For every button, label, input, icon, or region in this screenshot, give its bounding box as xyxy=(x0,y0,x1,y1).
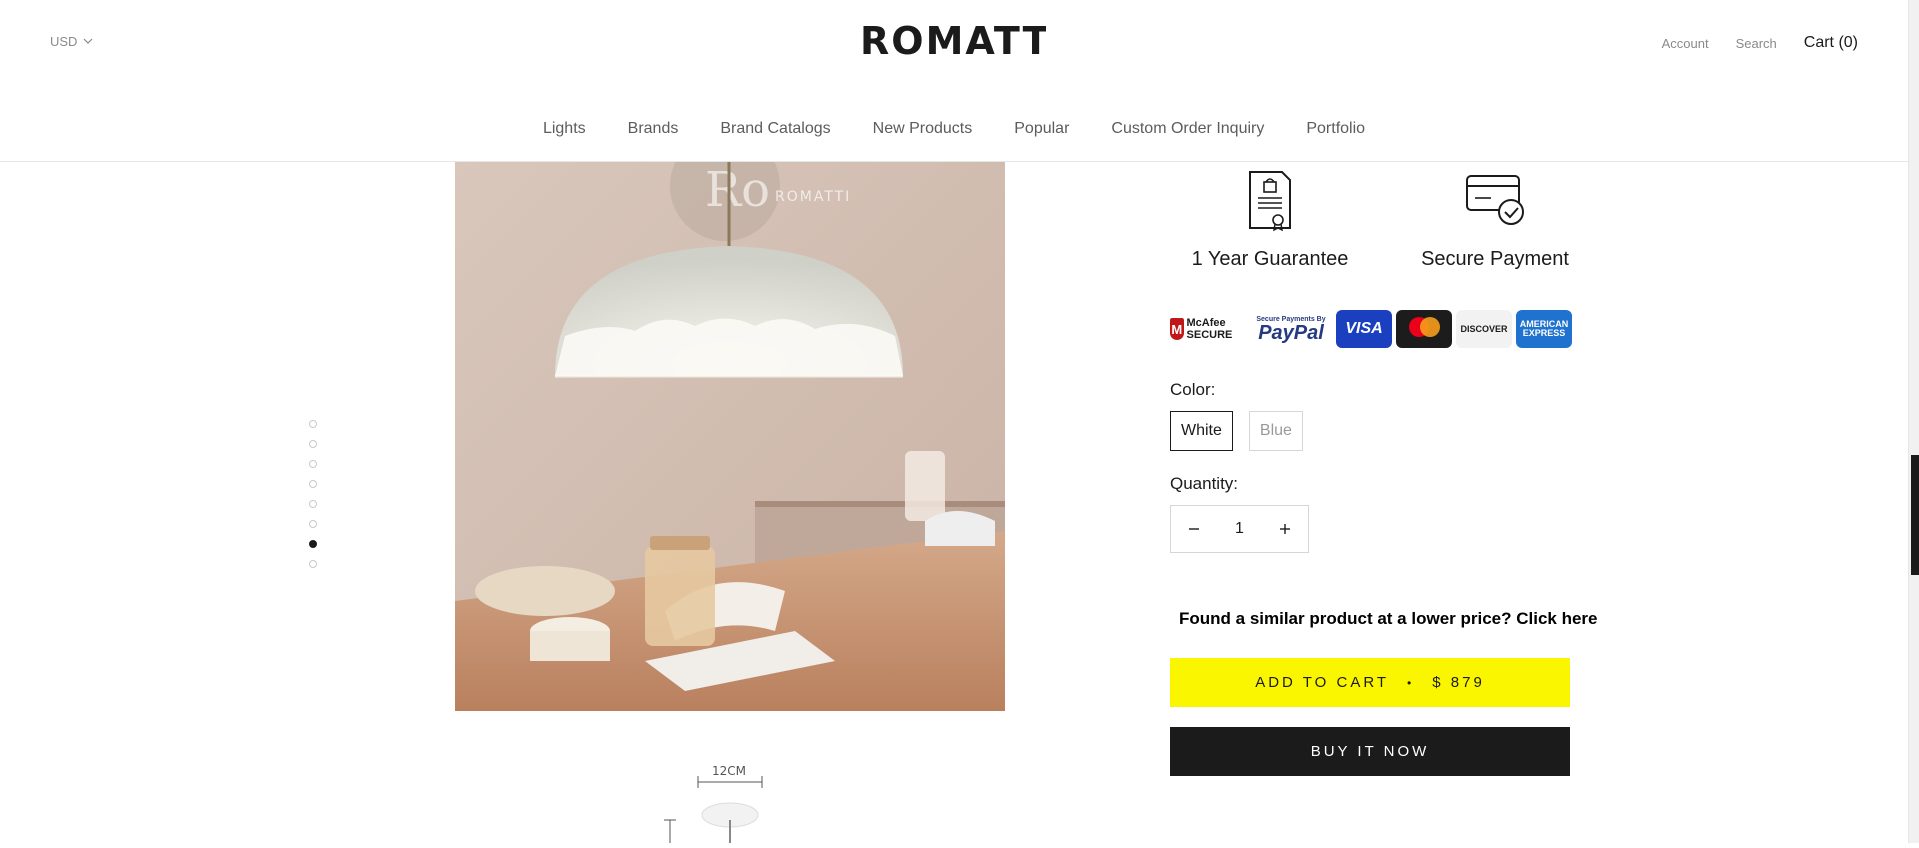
add-to-cart-label: ADD TO CART xyxy=(1255,674,1390,691)
decrease-quantity-button[interactable] xyxy=(1171,506,1217,552)
plus-icon xyxy=(1280,524,1290,534)
svg-text:ROMATTI: ROMATTI xyxy=(860,19,1046,62)
dimension-label: 12CM xyxy=(712,764,746,778)
quantity-input[interactable] xyxy=(1217,519,1262,539)
nav-item-custom-order-inquiry[interactable]: Custom Order Inquiry xyxy=(1111,120,1264,138)
header-links: Account Search Cart (0) xyxy=(1662,34,1858,52)
scrollbar-thumb[interactable] xyxy=(1911,455,1919,575)
secure-payment-badge: Secure Payment xyxy=(1410,168,1580,271)
product-image[interactable]: Ro ROMATTI xyxy=(455,161,1005,711)
nav-item-lights[interactable]: Lights xyxy=(543,120,586,138)
site-header: USD ROMATTI Account Search Cart (0) Ligh… xyxy=(0,0,1908,162)
romatti-logo[interactable]: ROMATTI xyxy=(860,18,1065,63)
quantity-stepper xyxy=(1170,505,1309,553)
gallery-dot[interactable] xyxy=(309,420,317,428)
mastercard-logo xyxy=(1396,310,1452,348)
guarantee-label: 1 Year Guarantee xyxy=(1191,248,1349,270)
secure-payment-label: Secure Payment xyxy=(1421,248,1569,270)
separator-dot: • xyxy=(1407,675,1415,690)
amex-logo: AMERICAN EXPRESS xyxy=(1516,310,1572,348)
gallery-dot[interactable] xyxy=(309,500,317,508)
currency-label: USD xyxy=(50,34,78,49)
gallery-dot[interactable] xyxy=(309,540,317,548)
visa-logo: VISA xyxy=(1336,310,1392,348)
minus-icon xyxy=(1189,528,1199,530)
guarantee-badge: 1 Year Guarantee xyxy=(1170,168,1370,271)
certificate-icon xyxy=(1249,171,1291,232)
color-swatches: White Blue xyxy=(1170,411,1303,451)
product-dimension-image[interactable]: 12CM xyxy=(640,760,790,843)
paypal-logo: Secure Payments By PayPal xyxy=(1250,310,1332,348)
card-check-icon xyxy=(1466,175,1524,225)
account-link[interactable]: Account xyxy=(1662,36,1709,51)
payment-logos: M McAfee SECURE Secure Payments By PayPal… xyxy=(1170,310,1572,348)
trust-badges: 1 Year Guarantee Secure Payment xyxy=(1170,168,1580,271)
add-to-cart-button[interactable]: ADD TO CART • $ 879 xyxy=(1170,658,1570,707)
gallery-dots xyxy=(309,420,317,568)
currency-selector[interactable]: USD xyxy=(50,34,93,49)
nav-item-new-products[interactable]: New Products xyxy=(873,120,973,138)
nav-item-portfolio[interactable]: Portfolio xyxy=(1306,120,1365,138)
discover-logo: DISCOVER xyxy=(1456,310,1512,348)
color-option-white[interactable]: White xyxy=(1170,411,1233,451)
price-label: $ 879 xyxy=(1432,674,1485,691)
svg-text:Ro: Ro xyxy=(705,162,770,218)
cart-link[interactable]: Cart (0) xyxy=(1804,34,1858,52)
gallery-dot[interactable] xyxy=(309,440,317,448)
main-nav: Lights Brands Brand Catalogs New Product… xyxy=(0,120,1908,138)
watermark-text: ROMATTI xyxy=(775,189,851,205)
increase-quantity-button[interactable] xyxy=(1262,506,1308,552)
search-link[interactable]: Search xyxy=(1736,36,1777,51)
quantity-label: Quantity: xyxy=(1170,474,1239,493)
gallery-dot[interactable] xyxy=(309,520,317,528)
chevron-down-icon xyxy=(84,38,93,44)
lower-price-link[interactable]: Found a similar product at a lower price… xyxy=(1179,609,1598,629)
gallery-dot[interactable] xyxy=(309,460,317,468)
buy-it-now-button[interactable]: BUY IT NOW xyxy=(1170,727,1570,776)
nav-item-popular[interactable]: Popular xyxy=(1014,120,1069,138)
color-option-blue[interactable]: Blue xyxy=(1248,411,1303,451)
color-label: Color: xyxy=(1170,380,1216,399)
nav-item-brands[interactable]: Brands xyxy=(628,120,679,138)
page-scrollbar[interactable] xyxy=(1908,0,1919,843)
gallery-dot[interactable] xyxy=(309,480,317,488)
gallery-dot[interactable] xyxy=(309,560,317,568)
nav-item-brand-catalogs[interactable]: Brand Catalogs xyxy=(720,120,830,138)
mcafee-logo: M McAfee SECURE xyxy=(1170,310,1246,348)
